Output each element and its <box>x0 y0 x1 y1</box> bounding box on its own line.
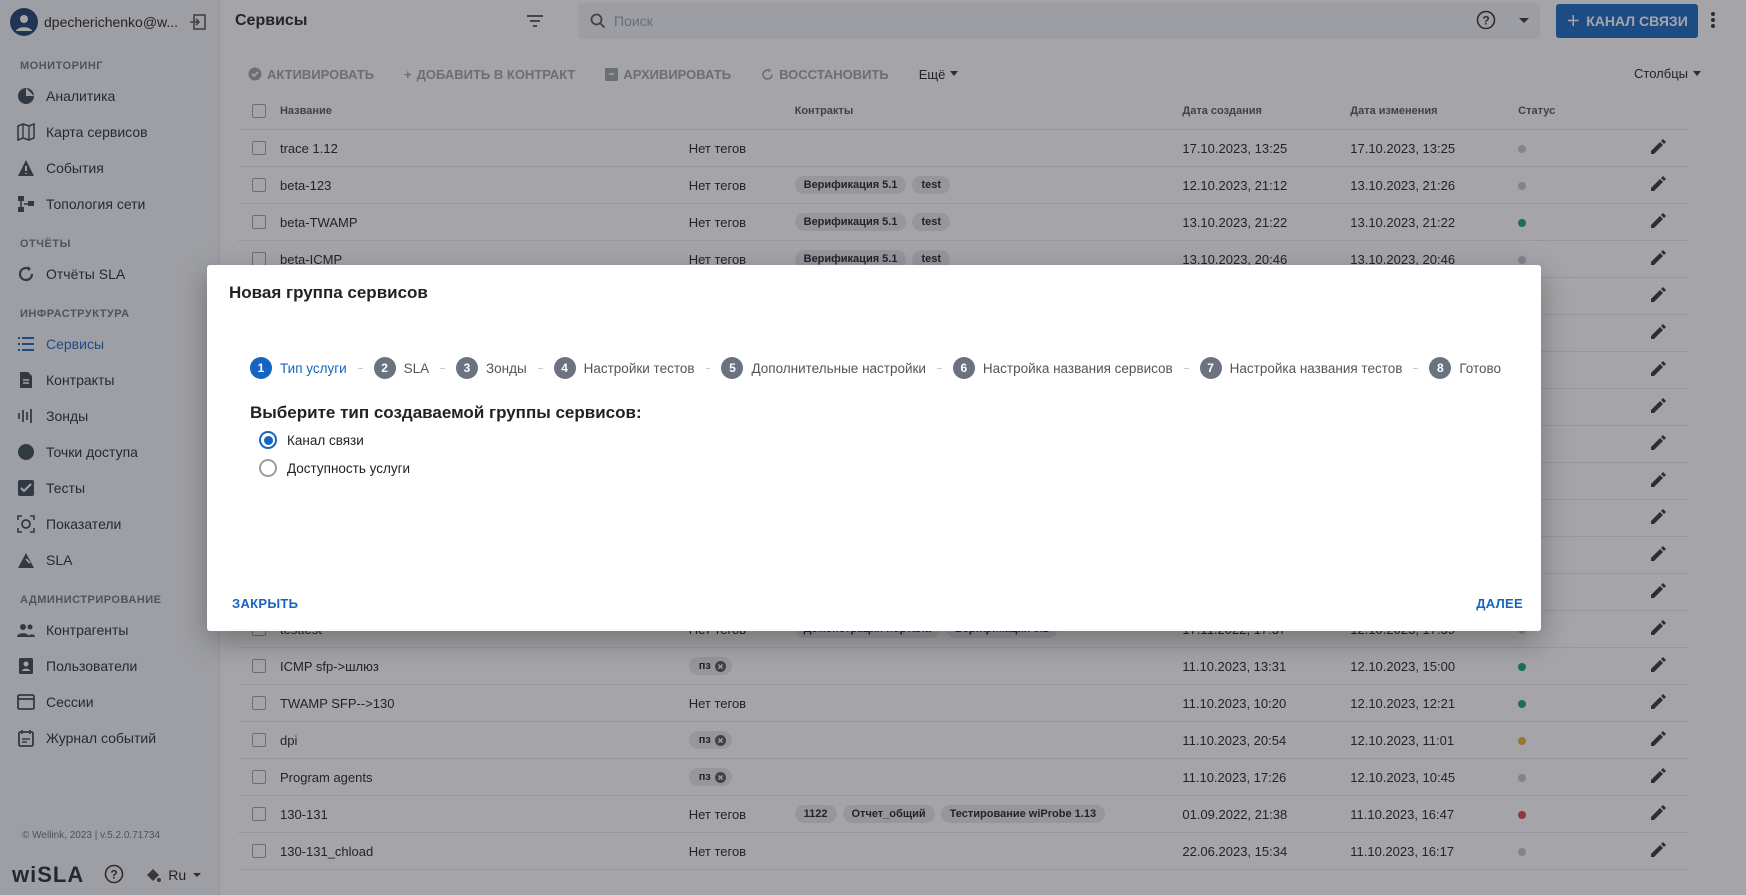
step-label: Зонды <box>486 360 527 376</box>
new-service-group-dialog: Новая группа сервисов 1 Тип услуги 2 SLA 3 Зо… <box>207 265 1541 631</box>
wizard-step[interactable]: 8 Готово <box>1429 357 1501 379</box>
wizard-step[interactable]: 7 Настройка названия тестов <box>1199 357 1403 379</box>
step-number: 8 <box>1429 357 1452 379</box>
radio-label-availability: Доступность услуги <box>287 460 411 476</box>
wizard-step[interactable]: 6 Настройка названия сервисов <box>952 357 1173 379</box>
step-connector <box>440 367 446 369</box>
step-label: Тип услуги <box>280 360 347 376</box>
dialog-title: Новая группа сервисов <box>229 283 428 302</box>
step-label: Настройка названия сервисов <box>982 360 1173 376</box>
wizard-step[interactable]: 4 Настройки тестов <box>553 357 695 379</box>
step-connector <box>1413 367 1419 369</box>
radio-option-availability[interactable]: Доступность услуги <box>259 459 410 477</box>
radio-channel[interactable] <box>259 431 277 449</box>
step-number: 5 <box>721 357 744 379</box>
next-button[interactable]: ДАЛЕЕ <box>1476 596 1523 611</box>
step-label: Готово <box>1459 360 1502 376</box>
step-label: Настройки тестов <box>583 360 695 376</box>
step-number: 7 <box>1199 357 1222 379</box>
wizard-step[interactable]: 2 SLA <box>373 357 430 379</box>
step-connector <box>705 367 711 369</box>
radio-availability[interactable] <box>259 459 277 477</box>
wizard-step[interactable]: 5 Дополнительные настройки <box>721 357 926 379</box>
radio-label-channel: Канал связи <box>287 432 364 448</box>
close-button[interactable]: ЗАКРЫТЬ <box>232 596 298 611</box>
step-number: 4 <box>553 357 576 379</box>
wizard-step[interactable]: 3 Зонды <box>456 357 527 379</box>
dialog-question: Выберите тип создаваемой группы сервисов… <box>250 403 642 422</box>
step-number: 1 <box>250 357 272 379</box>
step-label: SLA <box>403 360 430 376</box>
wizard-step[interactable]: 1 Тип услуги <box>250 357 347 379</box>
step-number: 2 <box>373 357 396 379</box>
step-connector <box>357 367 363 369</box>
radio-option-channel[interactable]: Канал связи <box>259 431 364 449</box>
step-label: Дополнительные настройки <box>751 360 926 376</box>
step-connector <box>537 367 543 369</box>
step-number: 3 <box>456 357 479 379</box>
step-label: Настройка названия тестов <box>1229 360 1403 376</box>
step-connector <box>936 367 942 369</box>
wizard-stepper: 1 Тип услуги 2 SLA 3 Зонды 4 Настройки тестов 5 Д… <box>250 357 1501 379</box>
step-number: 6 <box>952 357 975 379</box>
step-connector <box>1183 367 1189 369</box>
